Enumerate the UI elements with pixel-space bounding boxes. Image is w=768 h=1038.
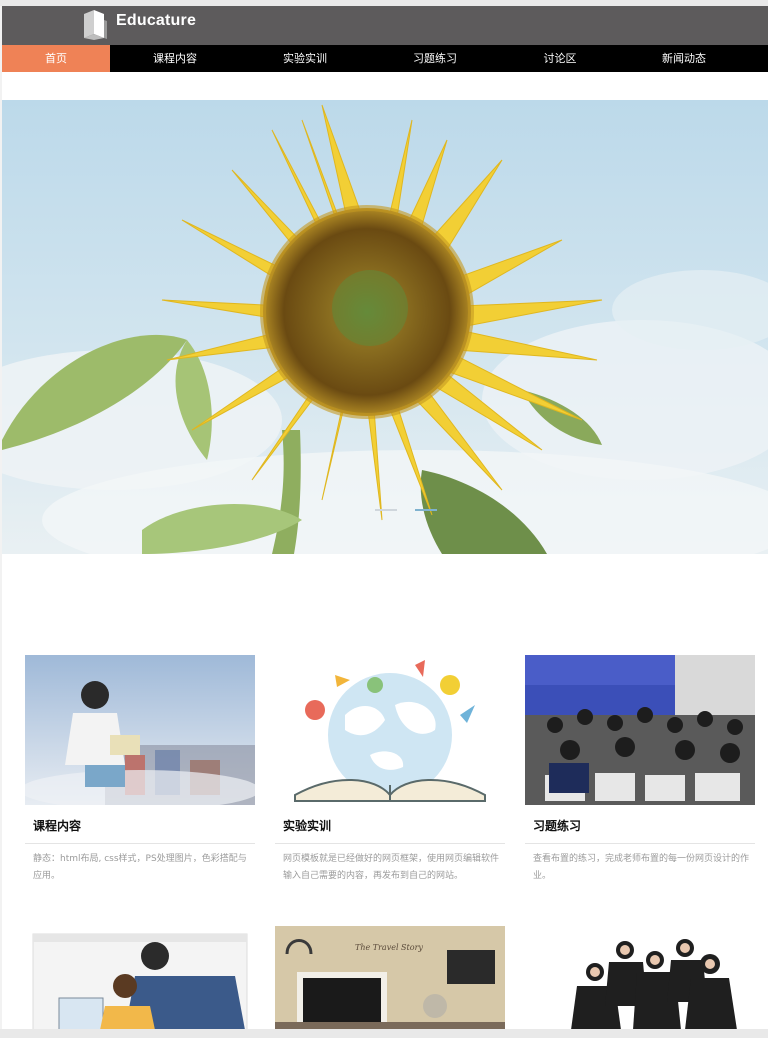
- card-description: 查看布置的练习，完成老师布置的每一份网页设计的作业。: [533, 854, 750, 881]
- students-classroom-image[interactable]: [525, 655, 755, 805]
- card-title[interactable]: 课程内容: [33, 817, 81, 834]
- page: Educature 首页 课程内容 实验实训 习题练习 讨论区 新闻动态 课程内…: [0, 0, 768, 1038]
- nav-item-news[interactable]: 新闻动态: [629, 45, 739, 72]
- divider: [25, 843, 255, 844]
- divider: [275, 843, 505, 844]
- book-logo-icon[interactable]: [80, 8, 110, 40]
- card-description: 静态：html布局, css样式，PS处理图片，色彩搭配与应用。: [33, 854, 247, 881]
- slider-indicators: [375, 509, 445, 513]
- nav-item-exercises[interactable]: 习题练习: [380, 45, 490, 72]
- nav-item-courses[interactable]: 课程内容: [120, 45, 230, 72]
- nav-item-home[interactable]: 首页: [2, 45, 110, 72]
- slider-dot-1[interactable]: [375, 509, 397, 511]
- open-book-globe-image[interactable]: [275, 655, 505, 805]
- horizontal-scrollbar[interactable]: [0, 1029, 768, 1038]
- brand-name[interactable]: Educature: [116, 12, 196, 30]
- nav-item-labs[interactable]: 实验实训: [250, 45, 360, 72]
- site-header: Educature: [2, 6, 768, 45]
- tutor-student-laptop-image[interactable]: [25, 926, 255, 1030]
- card-title[interactable]: 习题练习: [533, 817, 581, 834]
- group-of-friends-image[interactable]: [525, 926, 755, 1030]
- nav-item-discussion[interactable]: 讨论区: [505, 45, 615, 72]
- sunflower-banner-image[interactable]: [2, 100, 768, 554]
- travel-story-desk-image[interactable]: The Travel Story: [275, 926, 505, 1030]
- girl-reading-city-image[interactable]: [25, 655, 255, 805]
- card-description: 网页模板就是已经做好的网页框架，使用网页编辑软件输入自己需要的内容，再发布到自己…: [283, 854, 500, 881]
- main-nav: 首页 课程内容 实验实训 习题练习 讨论区 新闻动态: [2, 45, 768, 72]
- divider: [525, 843, 755, 844]
- card-title[interactable]: 实验实训: [283, 817, 331, 834]
- svg-text:The Travel Story: The Travel Story: [355, 943, 423, 952]
- slider-dot-2[interactable]: [415, 509, 437, 511]
